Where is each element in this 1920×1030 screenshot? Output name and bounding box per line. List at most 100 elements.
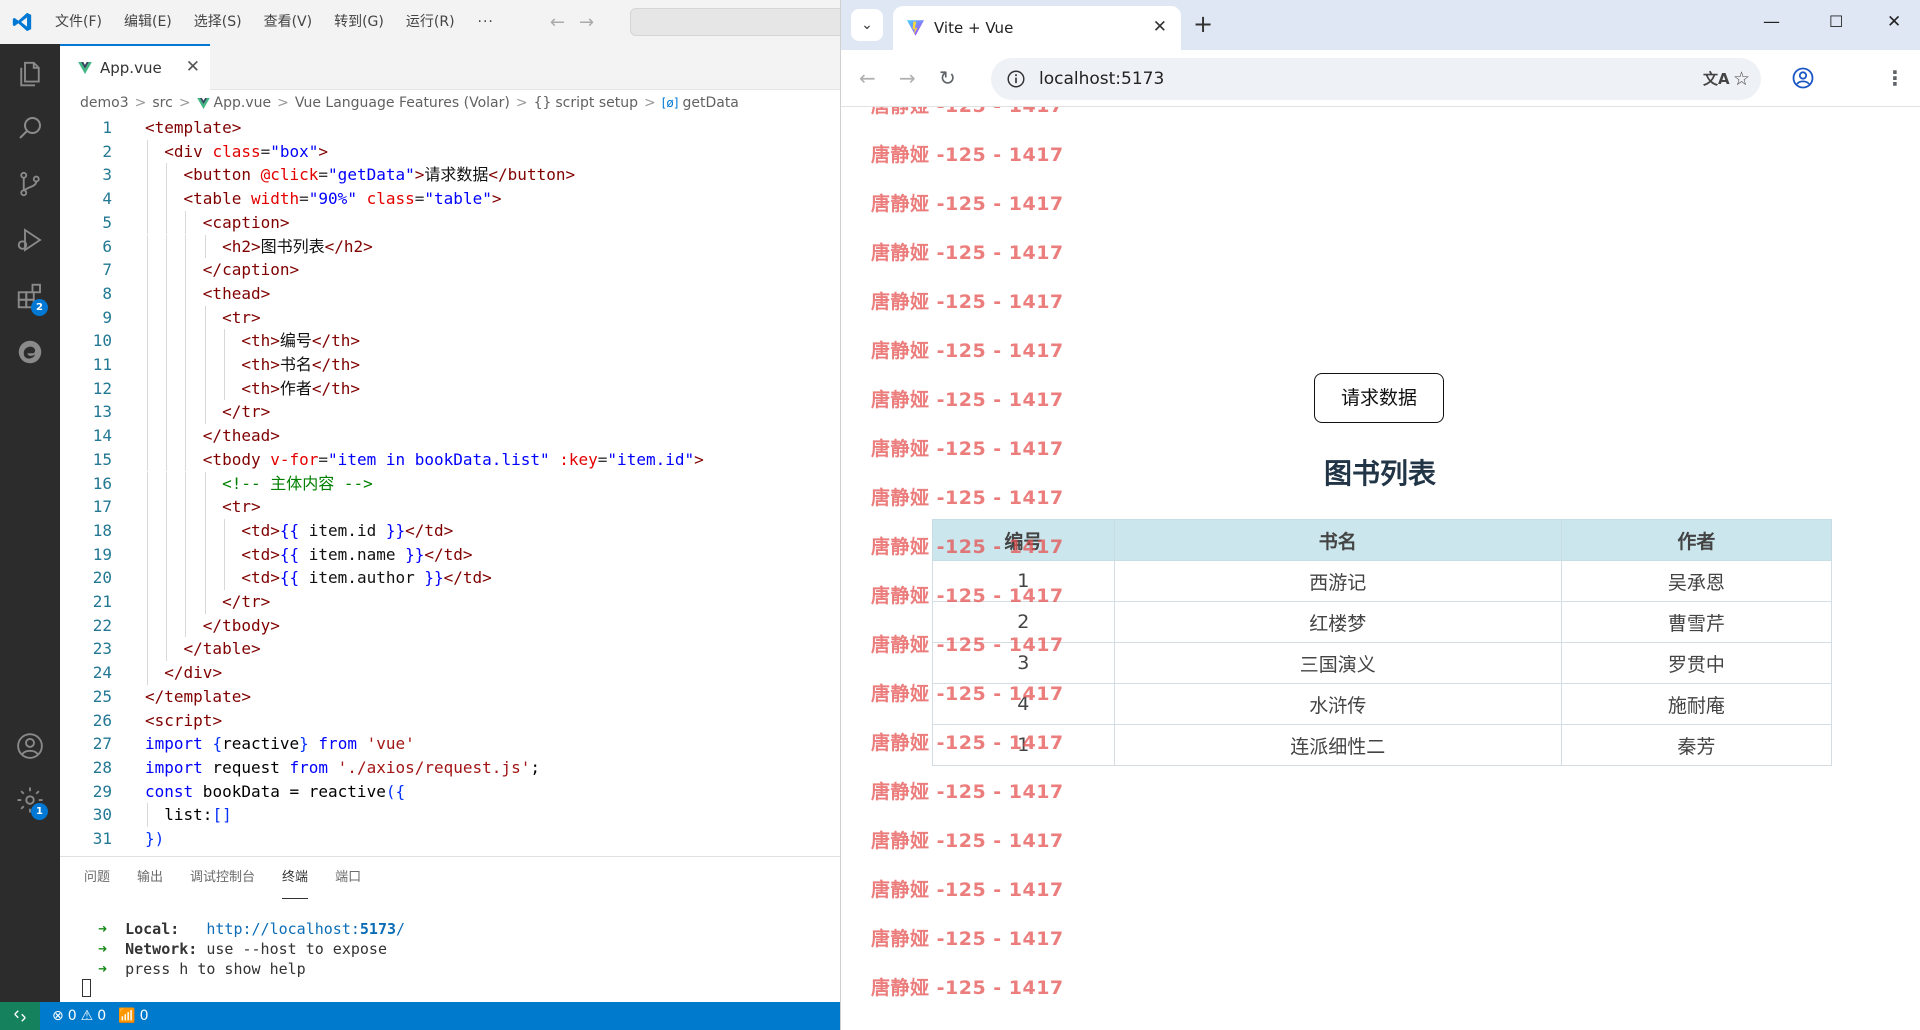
table-cell: 施耐庵	[1560, 683, 1833, 725]
code-line: 5 <caption>	[60, 210, 840, 235]
code-line: 21 </tr>	[60, 590, 840, 614]
line-number: 24	[92, 663, 112, 683]
panel-tab[interactable]: 端口	[335, 857, 361, 899]
menu-more-button[interactable]: ···	[466, 14, 506, 30]
explorer-icon[interactable]	[0, 44, 60, 104]
minimize-icon[interactable]: —	[1763, 12, 1780, 32]
breadcrumb-item[interactable]: Vue Language Features (Volar)	[295, 95, 510, 111]
run-debug-icon[interactable]	[0, 210, 60, 270]
code-text: <h2>图书列表</h2>	[222, 236, 373, 256]
code-text: <th>书名</th>	[241, 355, 361, 374]
watermark-text: 唐静娅 -125 - 1417	[871, 830, 1064, 852]
vue-file-icon	[78, 62, 92, 74]
settings-gear-icon[interactable]: 1	[0, 770, 60, 830]
problems-status[interactable]: ⊗ 0 ⚠ 0	[52, 1008, 106, 1024]
code-line: 25 </template>	[60, 685, 840, 709]
reload-icon[interactable]: ↻	[939, 66, 956, 90]
code-line: 3 <button @click="getData">请求数据</button>	[60, 163, 840, 188]
site-info-icon[interactable]	[1005, 68, 1027, 90]
line-number: 17	[92, 497, 112, 517]
browser-tab[interactable]: Vite + Vue ✕	[893, 6, 1181, 50]
close-icon[interactable]: ✕	[1153, 17, 1167, 37]
menu-item[interactable]: 选择(S)	[183, 0, 253, 44]
new-tab-plus-icon[interactable]: +	[1193, 11, 1213, 37]
remote-indicator-icon[interactable]	[0, 1002, 40, 1030]
maximize-icon[interactable]: ☐	[1829, 12, 1843, 31]
browser-menu-icon[interactable]: ⋮	[1885, 66, 1905, 90]
line-number: 20	[92, 568, 112, 588]
line-number: 21	[92, 592, 112, 611]
source-control-icon[interactable]	[0, 154, 60, 214]
request-data-button[interactable]: 请求数据	[1314, 373, 1444, 423]
panel-tab[interactable]: 输出	[137, 857, 163, 899]
code-text: </tr>	[222, 592, 271, 611]
back-arrow-icon[interactable]: ←	[550, 12, 565, 33]
breadcrumb-item[interactable]: App.vue	[214, 95, 272, 111]
forward-arrow-icon[interactable]: →	[579, 12, 594, 33]
account-icon[interactable]	[0, 716, 60, 776]
code-text: <td>{{ item.id }}</td>	[241, 520, 454, 540]
ports-status[interactable]: 📶 0	[118, 1008, 148, 1024]
watermark-text: 唐静娅 -125 - 1417	[871, 487, 1064, 509]
terminal-output[interactable]: ➜ Local: http://localhost:5173/ ➜ Networ…	[98, 919, 405, 979]
code-editor[interactable]: 1 <template> 2 <div class="box"> 3 <button …	[60, 116, 840, 856]
watermark-text: 唐静娅 -125 - 1417	[871, 928, 1064, 950]
code-text: <table width="90%" class="table">	[183, 189, 502, 209]
code-text: <th>编号</th>	[241, 331, 361, 351]
chevron-right-icon: >	[515, 95, 528, 111]
code-text: <td>{{ item.author }}</td>	[241, 568, 492, 588]
window-close-icon[interactable]: ✕	[1887, 12, 1901, 32]
breadcrumb-item[interactable]: getData	[682, 95, 738, 111]
chevron-right-icon: >	[277, 95, 289, 111]
settings-badge: 1	[31, 803, 48, 820]
breadcrumb-item[interactable]: src	[152, 95, 172, 111]
line-number: 25	[92, 686, 112, 706]
extensions-icon[interactable]: 2	[0, 266, 60, 326]
forward-arrow-icon[interactable]: →	[899, 66, 916, 90]
tab-app-vue[interactable]: App.vue ✕	[60, 44, 210, 90]
line-number: 30	[92, 805, 112, 825]
table-cell: 曹雪芹	[1560, 601, 1833, 643]
code-line: 16 <!-- 主体内容 -->	[60, 471, 840, 496]
watermark-text: 唐静娅 -125 - 1417	[871, 536, 1064, 558]
table-row: 2 红楼梦 曹雪芹	[932, 601, 1833, 643]
profile-icon[interactable]	[1791, 66, 1815, 90]
browser-tab-strip: ⌄ Vite + Vue ✕ + — ☐ ✕	[841, 0, 1920, 50]
extensions-badge: 2	[31, 299, 48, 316]
panel-tab[interactable]: 调试控制台	[190, 857, 255, 899]
panel-tab[interactable]: 问题	[84, 857, 110, 899]
table-cell: 秦芳	[1560, 724, 1833, 766]
address-bar[interactable]: localhost:5173 文A ☆	[991, 58, 1761, 100]
code-line: 27 import {reactive} from 'vue'	[60, 732, 840, 756]
menu-item[interactable]: 转到(G)	[323, 0, 395, 44]
edge-devtools-icon[interactable]	[0, 322, 60, 382]
search-icon[interactable]	[0, 98, 60, 158]
code-text: </tbody>	[202, 615, 280, 635]
code-text: </div>	[164, 663, 223, 683]
menu-item[interactable]: 编辑(E)	[113, 0, 183, 44]
translate-icon[interactable]: 文A	[1703, 68, 1730, 89]
code-line: 29 const bookData = reactive({	[60, 780, 840, 804]
chevron-right-icon: >	[178, 95, 191, 111]
menu-item[interactable]: 文件(F)	[44, 0, 113, 44]
tab-label: App.vue	[100, 59, 162, 77]
code-line: 20 <td>{{ item.author }}</td>	[60, 566, 840, 590]
table-header-cell: 书名	[1113, 519, 1562, 561]
line-number: 22	[92, 615, 112, 635]
panel-tab[interactable]: 终端	[282, 857, 309, 899]
code-line: 24 </div>	[60, 661, 840, 685]
bookmark-star-icon[interactable]: ☆	[1733, 68, 1750, 90]
breadcrumb-item[interactable]: script setup	[555, 95, 638, 111]
menu-item[interactable]: 查看(V)	[253, 0, 324, 44]
code-line: 30 list:[]	[60, 803, 840, 827]
page-viewport: 请求数据 图书列表 编号 书名 作者 1 西游记 吴承恩 2 红楼梦 曹雪芹 3 三国演义 罗贯中 4…	[841, 107, 1920, 1030]
command-center-search[interactable]	[630, 8, 840, 36]
tab-search-chevron-icon[interactable]: ⌄	[851, 9, 883, 41]
breadcrumb-item[interactable]: demo3	[80, 95, 129, 111]
code-text: <caption>	[202, 212, 290, 232]
close-icon[interactable]: ✕	[186, 57, 200, 77]
back-arrow-icon[interactable]: ←	[859, 66, 876, 90]
table-row: 1 西游记 吴承恩	[932, 560, 1833, 602]
menu-item[interactable]: 运行(R)	[395, 0, 466, 44]
line-number: 9	[102, 307, 112, 327]
